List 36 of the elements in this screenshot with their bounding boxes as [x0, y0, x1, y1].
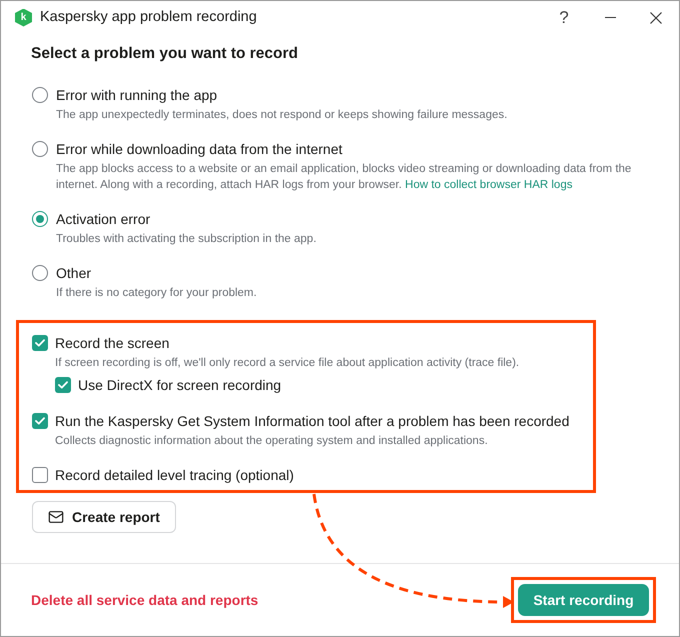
window-title: Kaspersky app problem recording — [40, 8, 257, 27]
har-logs-link[interactable]: How to collect browser HAR logs — [405, 179, 572, 191]
section-heading: Select a problem you want to record — [31, 44, 300, 64]
option-description: If there is no category for your problem. — [56, 286, 258, 301]
close-icon — [650, 12, 662, 24]
minimize-icon — [604, 17, 616, 18]
radio-label: Other — [56, 264, 92, 283]
option-description: Troubles with activating the subscription in the app. — [56, 232, 318, 247]
checkmark-icon — [35, 417, 45, 425]
option-description: The app unexpectedly terminates, does not respond or keeps showing failure messages. — [56, 108, 508, 123]
option-description: Collects diagnostic information about the operating system and installed applications. — [55, 434, 489, 449]
app-logo: k — [15, 8, 32, 26]
radio-label: Activation error — [56, 210, 152, 229]
delete-data-link[interactable]: Delete all service data and reports — [31, 590, 258, 610]
radio-label: Error while downloading data from the internet — [56, 140, 344, 159]
radio-button[interactable] — [32, 87, 48, 103]
checkbox[interactable] — [32, 335, 48, 351]
checkbox-label: Record detailed level tracing (optional) — [55, 466, 294, 485]
start-recording-button[interactable]: Start recording — [518, 584, 649, 616]
mail-icon — [48, 509, 64, 525]
radio-button[interactable] — [32, 211, 48, 227]
checkmark-icon — [35, 339, 45, 347]
checkbox-label: Record the screen — [55, 334, 170, 353]
checkmark-icon — [58, 381, 68, 389]
radio-label: Error with running the app — [56, 86, 218, 105]
checkbox-label: Use DirectX for screen recording — [78, 376, 282, 395]
option-description: The app blocks access to a website or an email application, blocks video streaming or downloading data from the internet. Along with a recording, attach HAR logs from your browser. How to collect browser HAR logs — [56, 162, 632, 193]
checkbox-label: Run the Kaspersky Get System Information tool after a problem has been recorded — [55, 412, 570, 431]
radio-button[interactable] — [32, 265, 48, 281]
create-report-button[interactable]: Create report — [32, 501, 176, 533]
checkbox[interactable] — [32, 467, 48, 483]
help-button[interactable]: ? — [541, 1, 587, 34]
checkbox[interactable] — [55, 377, 71, 393]
checkbox[interactable] — [32, 413, 48, 429]
option-description: If screen recording is off, we'll only record a service file about application activity (trace file). — [55, 356, 520, 371]
radio-button[interactable] — [32, 141, 48, 157]
